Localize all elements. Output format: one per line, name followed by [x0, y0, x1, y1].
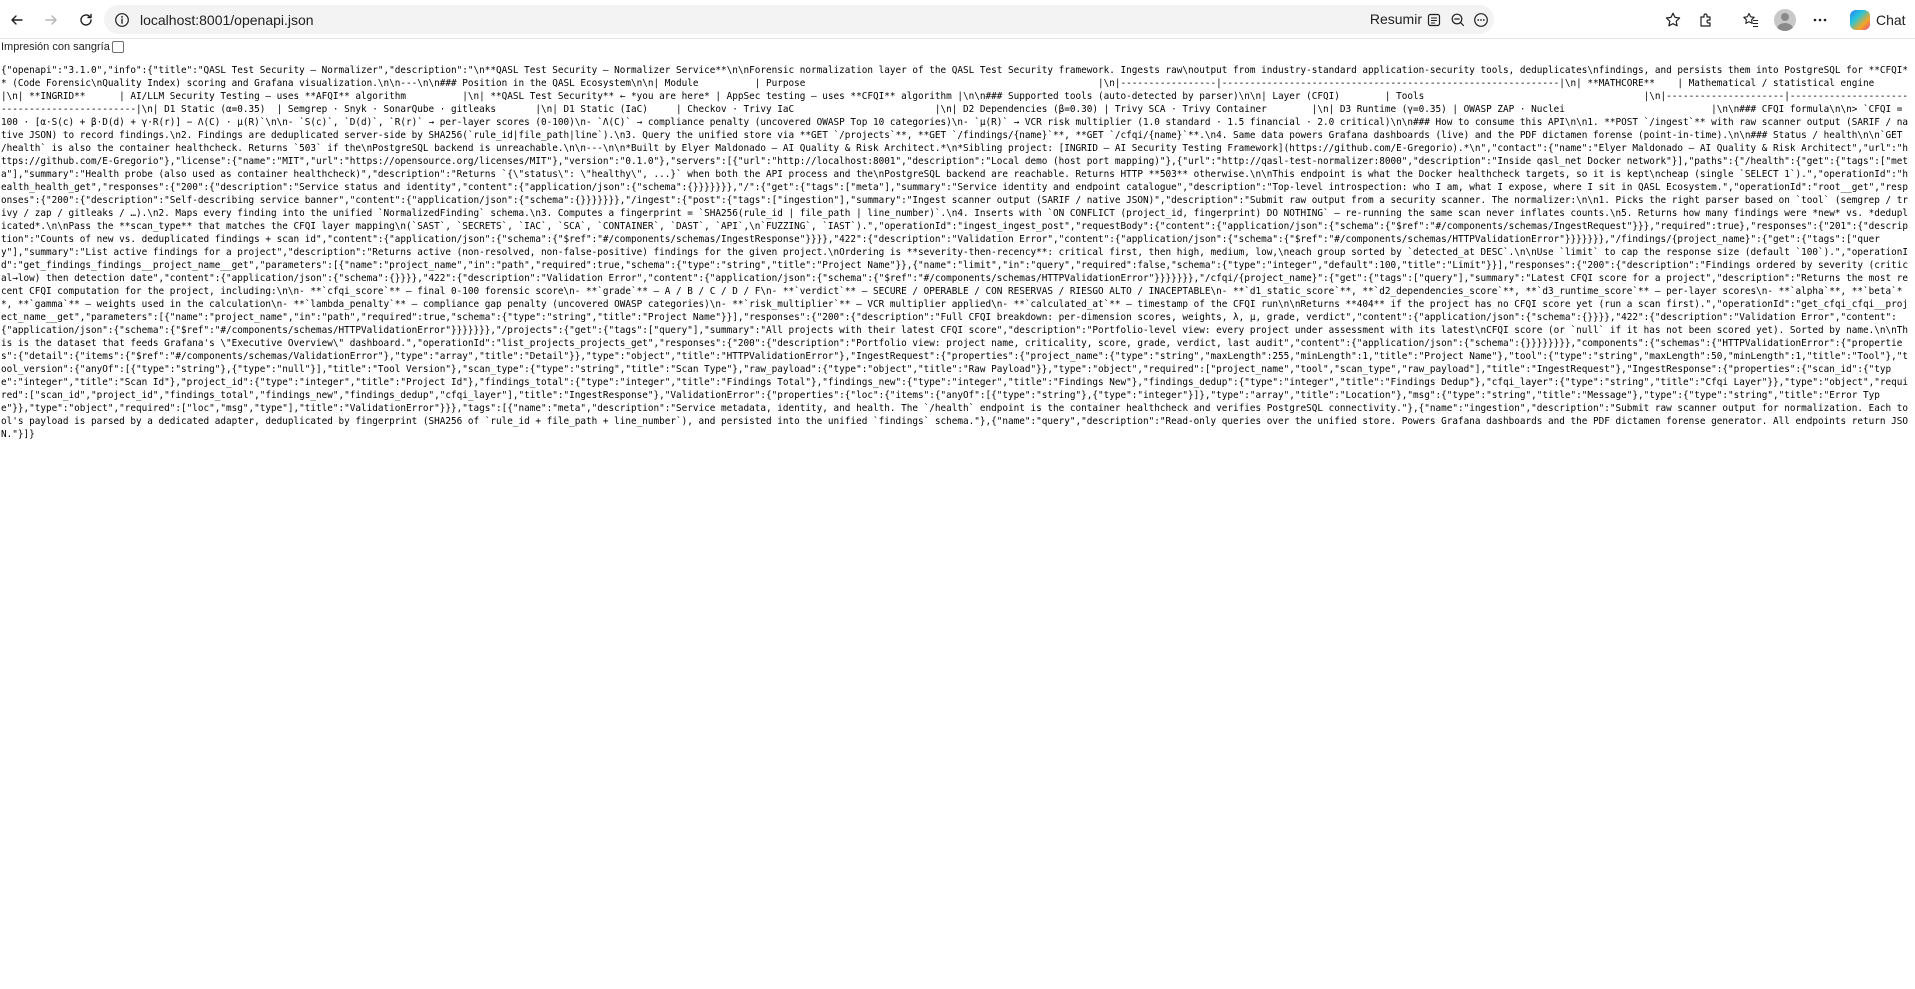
info-icon[interactable] — [114, 12, 130, 28]
reload-icon — [80, 13, 92, 26]
puzzle-icon[interactable] — [1694, 7, 1720, 33]
reader-label[interactable]: Resumir — [1370, 5, 1422, 34]
reload-button[interactable] — [72, 6, 100, 34]
profile-button[interactable] — [1772, 7, 1798, 33]
star-icon[interactable] — [1660, 7, 1686, 33]
pretty-print-checkbox[interactable] — [111, 41, 124, 53]
more-horizontal-icon — [1813, 18, 1827, 22]
arrow-right-icon — [45, 15, 57, 25]
zoom-out-icon[interactable] — [1448, 10, 1468, 30]
menu-button[interactable] — [1807, 7, 1833, 33]
favorites-icon[interactable] — [1738, 7, 1764, 33]
more-horizontal-icon[interactable] — [1471, 10, 1491, 30]
json-content: {"openapi":"3.1.0","info":{"title":"QASL… — [1, 65, 1909, 440]
pretty-print-control[interactable]: Impresión con sangría — [1, 40, 124, 54]
chat-label: Chat — [1876, 12, 1906, 28]
back-button[interactable] — [3, 6, 31, 34]
browser-toolbar: localhost:8001/openapi.json Resumir Chat — [0, 0, 1915, 39]
forward-button[interactable] — [37, 6, 65, 34]
copilot-icon — [1850, 10, 1870, 30]
pretty-print-label: Impresión con sangría — [1, 41, 110, 53]
copilot-chat-button[interactable]: Chat — [1850, 7, 1906, 33]
reader-icon[interactable] — [1424, 10, 1444, 30]
avatar[interactable] — [1774, 9, 1796, 31]
address-bar[interactable]: localhost:8001/openapi.json Resumir — [104, 5, 1494, 34]
arrow-left-icon — [11, 15, 23, 25]
url-text[interactable]: localhost:8001/openapi.json — [140, 12, 314, 28]
